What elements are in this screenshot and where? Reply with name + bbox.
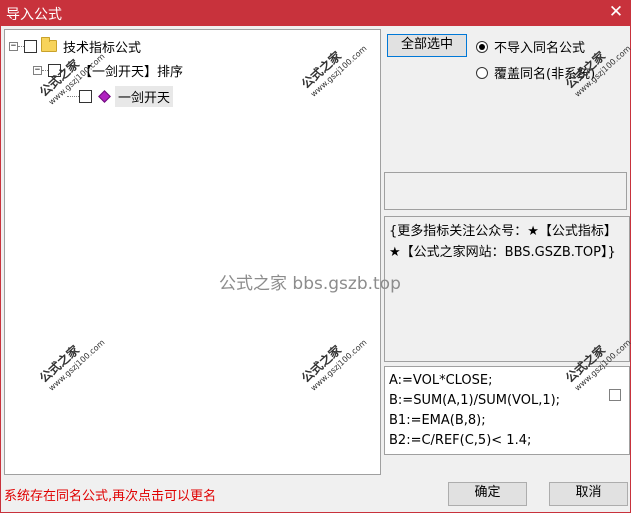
radio-unselected-icon[interactable] [476,66,488,79]
tree-node-label: 技术指标公式 [63,40,142,56]
tree-node-child[interactable]: − 【一剑开天】排序 [33,60,183,80]
description-box: {更多指标关注公众号：★【公式指标】★【公式之家网站：BBS.GSZB.TOP】… [384,216,630,362]
tree-node-label: 一剑开天 [115,85,174,107]
leaf-checkbox[interactable] [79,89,92,103]
select-all-button[interactable]: 全部选中 [387,34,467,57]
code-line: B1:=EMA(B,8); [389,413,486,428]
close-icon[interactable]: ✕ [607,1,625,23]
title-bar: 导入公式 ✕ [0,0,631,26]
cancel-button[interactable]: 取消 [549,482,628,506]
radio-selected-icon[interactable] [476,40,488,53]
child-checkbox[interactable] [48,63,61,77]
center-watermark: 公式之家 bbs.gszb.top [219,274,401,294]
tree-node-root[interactable]: − 技术指标公式 [9,36,141,56]
code-lines: A:=VOL*CLOSE; B:=SUM(A,1)/SUM(VOL,1); B1… [389,371,560,451]
formula-tree[interactable]: − 技术指标公式 − 【一剑开天】排序 一剑开天 [4,29,381,475]
code-line: A:=VOL*CLOSE; [389,373,493,388]
code-line: B2:=C/REF(C,5)< 1.4; [389,433,532,448]
tree-node-label: 【一剑开天】排序 [79,64,184,80]
formula-icon [98,89,111,103]
tree-node-leaf[interactable]: 一剑开天 [67,85,174,107]
small-checkbox[interactable] [609,389,621,401]
option-label: 覆盖同名(非系统) [494,67,596,82]
folder-icon [41,37,57,52]
collapse-icon[interactable]: − [33,65,42,75]
info-field [384,172,627,210]
import-dialog: − 技术指标公式 − 【一剑开天】排序 一剑开天 全部选中 不导入同名公式 覆盖… [0,26,631,513]
collapse-icon[interactable]: − [9,41,18,51]
window-title: 导入公式 [6,7,62,23]
ok-button[interactable]: 确定 [448,482,527,506]
formula-code-box[interactable]: A:=VOL*CLOSE; B:=SUM(A,1)/SUM(VOL,1); B1… [384,366,630,455]
option-label: 不导入同名公式 [494,41,586,56]
option-overwrite[interactable]: 覆盖同名(非系统) [476,63,595,82]
status-message: 系统存在同名公式,再次点击可以更名 [4,489,217,504]
option-no-import[interactable]: 不导入同名公式 [476,37,585,56]
root-checkbox[interactable] [24,39,37,53]
code-line: B:=SUM(A,1)/SUM(VOL,1); [389,393,561,408]
